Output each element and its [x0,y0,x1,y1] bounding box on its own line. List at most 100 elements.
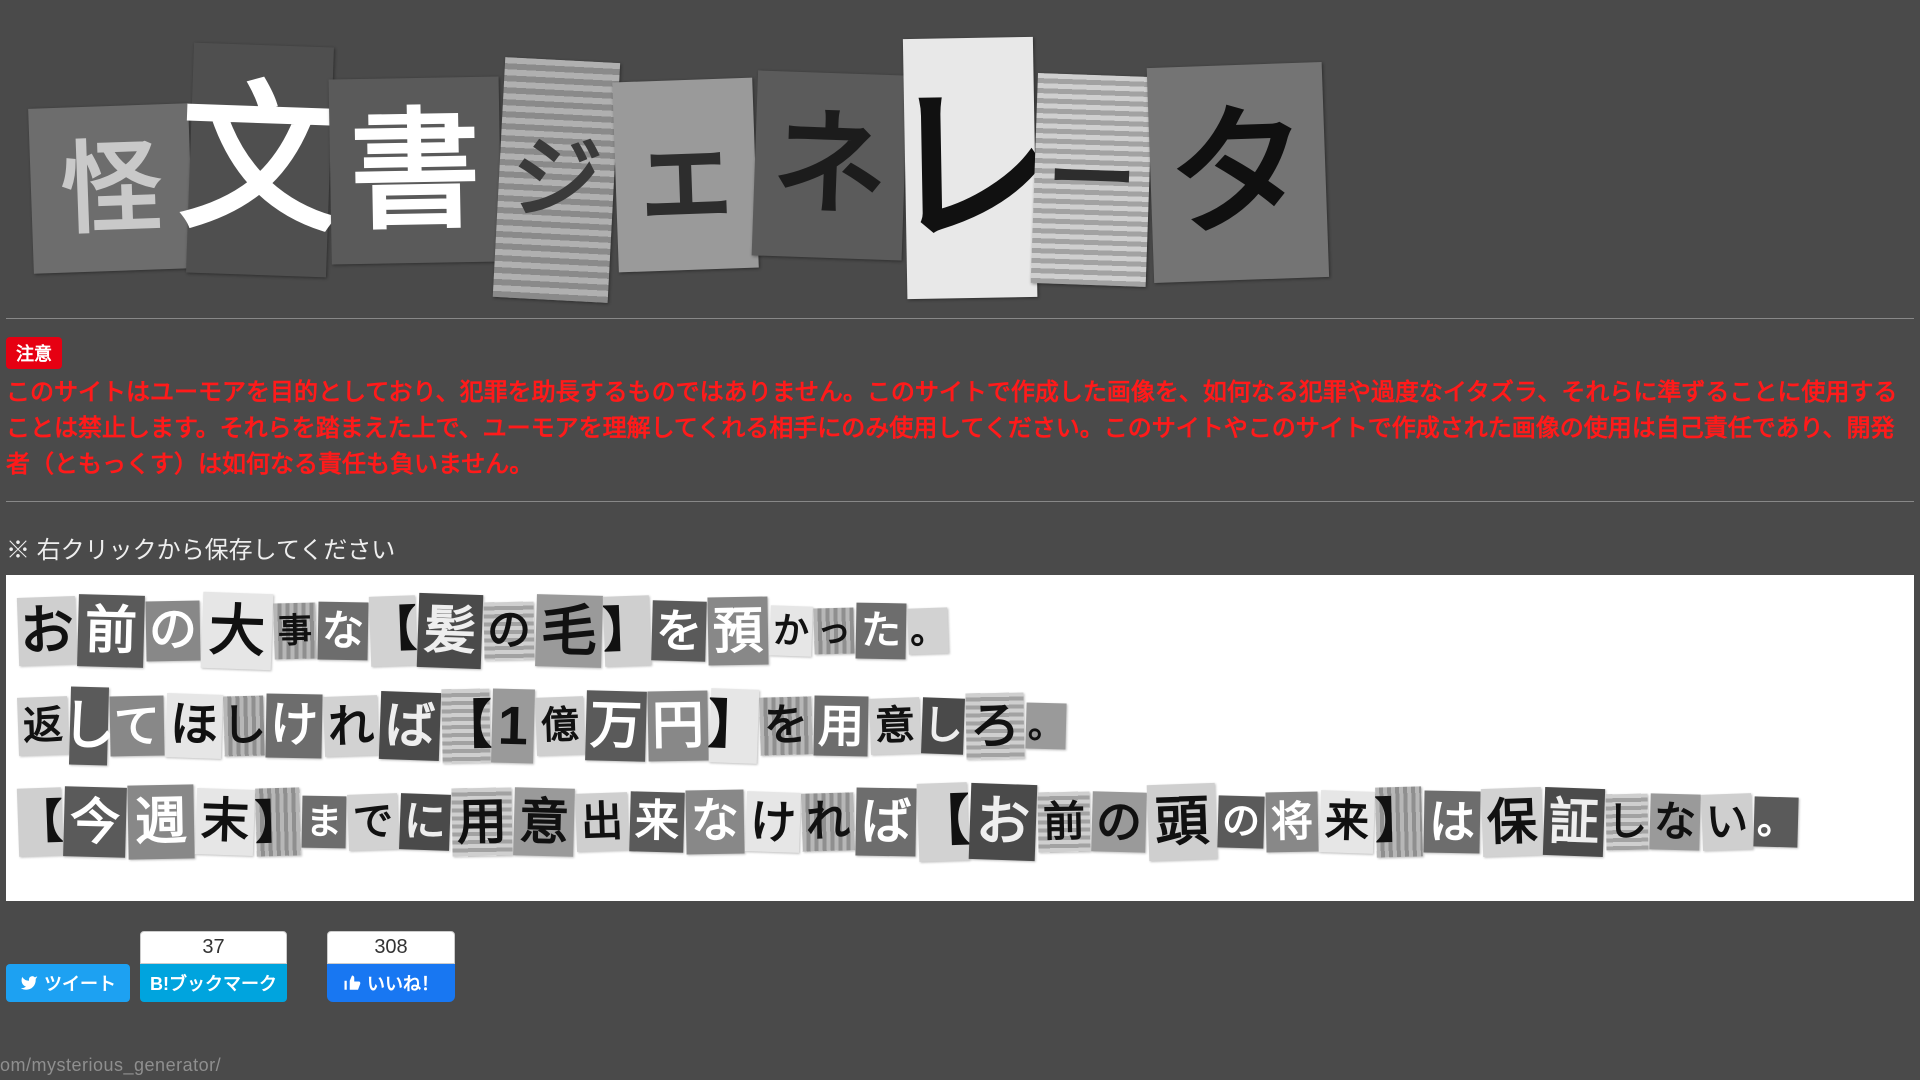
ransom-char: 証 [1543,787,1605,857]
ransom-char: れ [323,695,379,757]
facebook-like-count: 308 [327,931,455,964]
thumbs-up-icon [343,974,361,992]
title-char-2: 書 [329,76,502,264]
title-char-0: 怪 [28,103,194,273]
divider [6,501,1914,502]
ransom-char: 。 [907,607,949,654]
faint-url-fragment: om/mysterious_generator/ [0,1055,221,1076]
tweet-label: ツイート [44,970,116,996]
ransom-char: に [399,793,451,851]
ransom-char: 【 [369,595,417,667]
ransom-char: 来 [1319,790,1375,854]
ransom-char: 用 [813,696,868,757]
share-row: ツイート 37 B!ブックマーク 308 いいね！ [0,901,1920,1002]
ransom-char: 前 [1037,792,1090,853]
ransom-char: ほ [165,693,223,759]
ransom-char: 末 [195,788,255,856]
title-char-7: ー [1031,73,1153,287]
ransom-char: 出 [575,792,629,852]
ransom-char: 】 [1375,786,1423,857]
ransom-char: な [685,789,744,854]
ransom-char: 毛 [535,594,603,668]
ransom-char: 円 [647,690,708,761]
ransom-char: な [1649,793,1700,850]
ransom-char: れ [801,792,855,851]
ransom-char: 用 [451,787,512,856]
ransom-char: 【 [17,787,63,856]
ransom-char: か [769,605,813,656]
ransom-char: っ [813,607,854,654]
ransom-char: 【 [441,689,490,764]
ransom-char: 事 [273,602,316,659]
ransom-line-1: 返してほしければ【1億万円】を用意しろ。 [18,687,1902,765]
ransom-char: 【 [917,782,970,862]
ransom-char: の [483,602,534,661]
ransom-char: 】 [709,688,760,764]
generated-image-canvas[interactable]: お前の大事な【髪の毛】を預かった。返してほしければ【1億万円】を用意しろ。【今週… [6,575,1914,901]
ransom-char: は [1423,791,1480,854]
ransom-line-0: お前の大事な【髪の毛】を預かった。 [18,593,1902,669]
ransom-char: 髪 [417,593,484,669]
ransom-char: け [745,791,801,853]
hatena-bookmark-button[interactable]: B!ブックマーク [140,964,287,1002]
ransom-char: で [347,793,399,851]
facebook-like-button[interactable]: いいね！ [327,964,455,1002]
ransom-char: し [223,695,265,756]
ransom-char: を [759,696,813,755]
ransom-char: ろ [965,692,1024,759]
ransom-char: 万 [585,690,647,762]
ransom-char: し [1606,794,1649,851]
warning-text: このサイトはユーモアを目的としており、犯罪を助長するものではありません。このサイ… [0,375,1920,483]
facebook-like-label: いいね！ [367,970,439,996]
tweet-button[interactable]: ツイート [6,964,130,1002]
ransom-char: お [969,783,1038,861]
ransom-char: 預 [707,596,768,665]
ransom-char: 大 [201,592,274,670]
hatena-bookmark-widget: 37 B!ブックマーク [140,931,287,1002]
ransom-char: し [69,687,109,766]
hatena-count: 37 [140,931,287,964]
ransom-char: の [145,601,200,662]
divider [6,318,1914,319]
ransom-char: 1 [491,688,535,763]
facebook-like-widget: 308 いいね！ [327,931,455,1002]
ransom-char: の [1217,795,1264,848]
ransom-char: 週 [127,784,194,859]
ransom-char: け [265,694,322,759]
ransom-line-2: 【今週末】までに用意出来なければ【お前の頭の将来】は保証しない。 [18,783,1902,861]
title-char-1: 文 [186,43,334,278]
ransom-char: い [1701,793,1753,851]
title-char-6: レ [903,37,1038,299]
ransom-char: を [651,600,707,661]
title-char-8: タ [1147,62,1329,283]
ransom-char: 。 [1025,702,1066,749]
warning-badge: 注意 [6,337,62,369]
save-instruction: ※ 右クリックから保存してください [0,520,1920,575]
ransom-char: 】 [603,595,651,667]
ransom-char: の [1091,791,1147,852]
ransom-char: 。 [1753,796,1798,847]
title-char-3: ジ [493,57,620,303]
title-char-4: ェ [612,78,759,273]
ransom-char: 億 [535,696,585,756]
page-title-ransom: 怪 文 書 ジ ェ ネ レ ー タ [0,0,1920,300]
ransom-char: 】 [255,787,301,856]
ransom-char: 頭 [1147,783,1218,861]
ransom-char: 保 [1481,787,1543,857]
ransom-char: ば [379,691,441,761]
twitter-bird-icon [20,974,38,992]
ransom-char: 意 [513,787,575,857]
ransom-char: て [109,696,164,757]
ransom-char: た [856,603,907,660]
ransom-char: ば [855,787,916,856]
ransom-char: 将 [1265,792,1318,853]
ransom-char: 前 [77,594,145,668]
ransom-char: 意 [869,697,921,755]
ransom-char: 今 [63,786,127,858]
ransom-char: し [921,697,965,754]
ransom-char: ま [302,796,347,849]
ransom-char: お [17,596,77,666]
ransom-char: 来 [629,791,685,852]
title-row: 怪 文 書 ジ ェ ネ レ ー タ [30,30,1890,290]
ransom-char: な [317,602,368,661]
